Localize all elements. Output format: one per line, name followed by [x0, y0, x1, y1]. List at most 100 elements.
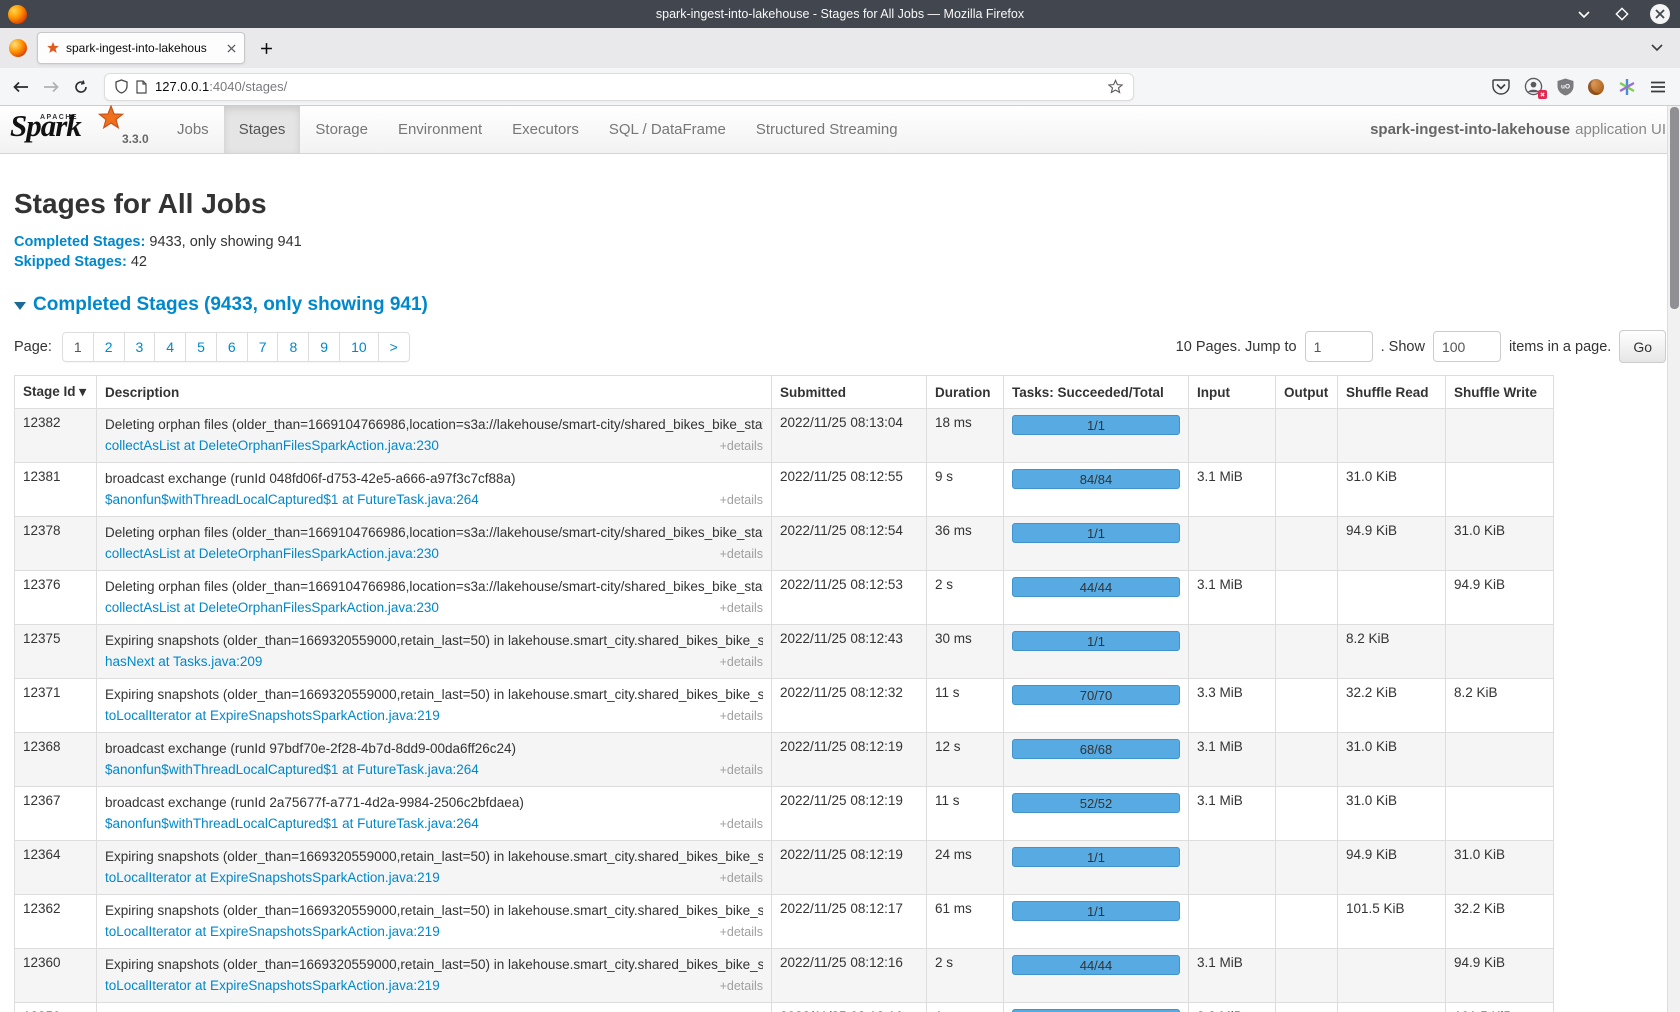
page-button-5[interactable]: 5 [186, 332, 217, 362]
extension-asterisk-icon[interactable] [1618, 78, 1636, 96]
submitted-cell: 2022/11/25 08:12:32 [772, 679, 927, 733]
items-per-page-input[interactable] [1433, 331, 1501, 362]
bookmark-star-icon[interactable] [1108, 79, 1123, 94]
description-cell: Expiring snapshots (older_than=166932055… [97, 841, 772, 895]
page-button-2[interactable]: 2 [94, 332, 125, 362]
column-header-duration[interactable]: Duration [927, 376, 1004, 409]
menu-hamburger-icon[interactable] [1650, 81, 1666, 93]
page-button-10[interactable]: 10 [340, 332, 379, 362]
task-progress-label: 1/1 [1087, 634, 1105, 649]
scrollbar-track[interactable] [1667, 106, 1680, 1012]
page-button-7[interactable]: 7 [248, 332, 279, 362]
nav-tab-environment[interactable]: Environment [383, 106, 497, 153]
list-all-tabs-icon[interactable] [1644, 35, 1670, 61]
details-toggle[interactable]: +details [720, 869, 763, 888]
column-header-shuffle-read[interactable]: Shuffle Read [1338, 376, 1446, 409]
url-bar[interactable]: 127.0.0.1:4040/stages/ [104, 73, 1134, 101]
details-toggle[interactable]: +details [720, 977, 763, 996]
nav-tab-storage[interactable]: Storage [300, 106, 383, 153]
table-row: 12367 broadcast exchange (runId 2a75677f… [15, 787, 1554, 841]
table-row: 12375 Expiring snapshots (older_than=166… [15, 625, 1554, 679]
page-info-icon[interactable] [136, 80, 147, 94]
stage-callsite-link[interactable]: toLocalIterator at ExpireSnapshotsSparkA… [105, 922, 440, 941]
details-toggle[interactable]: +details [720, 815, 763, 834]
application-title: spark-ingest-into-lakehouse application … [1370, 106, 1666, 153]
shuffle-read-cell: 32.2 KiB [1338, 679, 1446, 733]
task-progress-label: 70/70 [1080, 688, 1113, 703]
nav-tab-executors[interactable]: Executors [497, 106, 594, 153]
minimize-icon[interactable] [1574, 4, 1594, 24]
shuffle-read-cell [1338, 1003, 1446, 1012]
jump-to-input[interactable] [1305, 331, 1373, 362]
column-header-output[interactable]: Output [1276, 376, 1338, 409]
stage-description: Deleting orphan files (older_than=166910… [105, 415, 763, 434]
page-button-4[interactable]: 4 [155, 332, 186, 362]
stage-callsite-link[interactable]: hasNext at Tasks.java:209 [105, 652, 262, 671]
details-toggle[interactable]: +details [720, 923, 763, 942]
go-button[interactable]: Go [1619, 330, 1666, 363]
task-progress-bar: 1/1 [1012, 415, 1180, 435]
details-toggle[interactable]: +details [720, 761, 763, 780]
page-button-6[interactable]: 6 [217, 332, 248, 362]
column-header-tasks-succeeded-total[interactable]: Tasks: Succeeded/Total [1004, 376, 1189, 409]
forward-icon[interactable] [38, 74, 64, 100]
page-button-8[interactable]: 8 [278, 332, 309, 362]
details-toggle[interactable]: +details [720, 491, 763, 510]
stage-callsite-link[interactable]: $anonfun$withThreadLocalCaptured$1 at Fu… [105, 490, 479, 509]
reload-icon[interactable] [68, 74, 94, 100]
stage-callsite-link[interactable]: $anonfun$withThreadLocalCaptured$1 at Fu… [105, 814, 479, 833]
task-progress-bar: 1/1 [1012, 523, 1180, 543]
details-toggle[interactable]: +details [720, 653, 763, 672]
column-header-submitted[interactable]: Submitted [772, 376, 927, 409]
tab-close-icon[interactable] [227, 44, 236, 53]
skipped-stages-link[interactable]: Skipped Stages: [14, 254, 127, 270]
shuffle-write-cell [1446, 409, 1554, 463]
nav-tab-jobs[interactable]: Jobs [162, 106, 224, 153]
new-tab-icon[interactable] [253, 35, 279, 61]
output-cell [1276, 1003, 1338, 1012]
page-button-3[interactable]: 3 [125, 332, 156, 362]
completed-stages-section-toggle[interactable]: Completed Stages (9433, only showing 941… [14, 294, 1666, 316]
column-header-stage-id[interactable]: Stage Id ▾ [15, 376, 97, 409]
column-header-description[interactable]: Description [97, 376, 772, 409]
details-toggle[interactable]: +details [720, 545, 763, 564]
details-toggle[interactable]: +details [720, 437, 763, 456]
tracking-shield-icon[interactable] [115, 79, 128, 94]
spark-logo[interactable]: APACHE Spark 3.3.0 [0, 106, 150, 153]
nav-tab-stages[interactable]: Stages [224, 106, 301, 153]
stage-callsite-link[interactable]: $anonfun$withThreadLocalCaptured$1 at Fu… [105, 760, 479, 779]
details-toggle[interactable]: +details [720, 599, 763, 618]
url-text[interactable]: 127.0.0.1:4040/stages/ [155, 79, 1100, 94]
pocket-icon[interactable] [1492, 79, 1510, 95]
tasks-cell: 1/1 [1004, 625, 1189, 679]
nav-tab-structured-streaming[interactable]: Structured Streaming [741, 106, 913, 153]
details-toggle[interactable]: +details [720, 707, 763, 726]
page-next-button[interactable]: > [379, 332, 410, 362]
description-cell: broadcast exchange (runId 048fd06f-d753-… [97, 463, 772, 517]
scrollbar-thumb[interactable] [1670, 107, 1679, 309]
ublock-shield-icon[interactable]: uO [1557, 78, 1574, 96]
task-progress-label: 1/1 [1087, 904, 1105, 919]
back-icon[interactable] [8, 74, 34, 100]
column-header-input[interactable]: Input [1189, 376, 1276, 409]
browser-tab[interactable]: spark-ingest-into-lakehous [37, 32, 245, 64]
stage-id-cell: 12371 [15, 679, 97, 733]
output-cell [1276, 463, 1338, 517]
stage-callsite-link[interactable]: toLocalIterator at ExpireSnapshotsSparkA… [105, 706, 440, 725]
completed-stages-link[interactable]: Completed Stages: [14, 234, 145, 250]
maximize-icon[interactable] [1612, 4, 1632, 24]
nav-tab-sql-dataframe[interactable]: SQL / DataFrame [594, 106, 741, 153]
account-icon[interactable] [1524, 77, 1543, 96]
stage-callsite-link[interactable]: collectAsList at DeleteOrphanFilesSparkA… [105, 436, 439, 455]
stage-callsite-link[interactable]: toLocalIterator at ExpireSnapshotsSparkA… [105, 976, 440, 995]
page-button-9[interactable]: 9 [309, 332, 340, 362]
cookie-icon[interactable] [1588, 79, 1604, 95]
stage-callsite-link[interactable]: collectAsList at DeleteOrphanFilesSparkA… [105, 544, 439, 563]
stage-callsite-link[interactable]: collectAsList at DeleteOrphanFilesSparkA… [105, 598, 439, 617]
stage-callsite-link[interactable]: toLocalIterator at ExpireSnapshotsSparkA… [105, 868, 440, 887]
output-cell [1276, 949, 1338, 1003]
page-button-1[interactable]: 1 [62, 332, 94, 362]
pages-jump-text: 10 Pages. Jump to [1176, 339, 1297, 355]
column-header-shuffle-write[interactable]: Shuffle Write [1446, 376, 1554, 409]
close-icon[interactable] [1650, 4, 1670, 24]
